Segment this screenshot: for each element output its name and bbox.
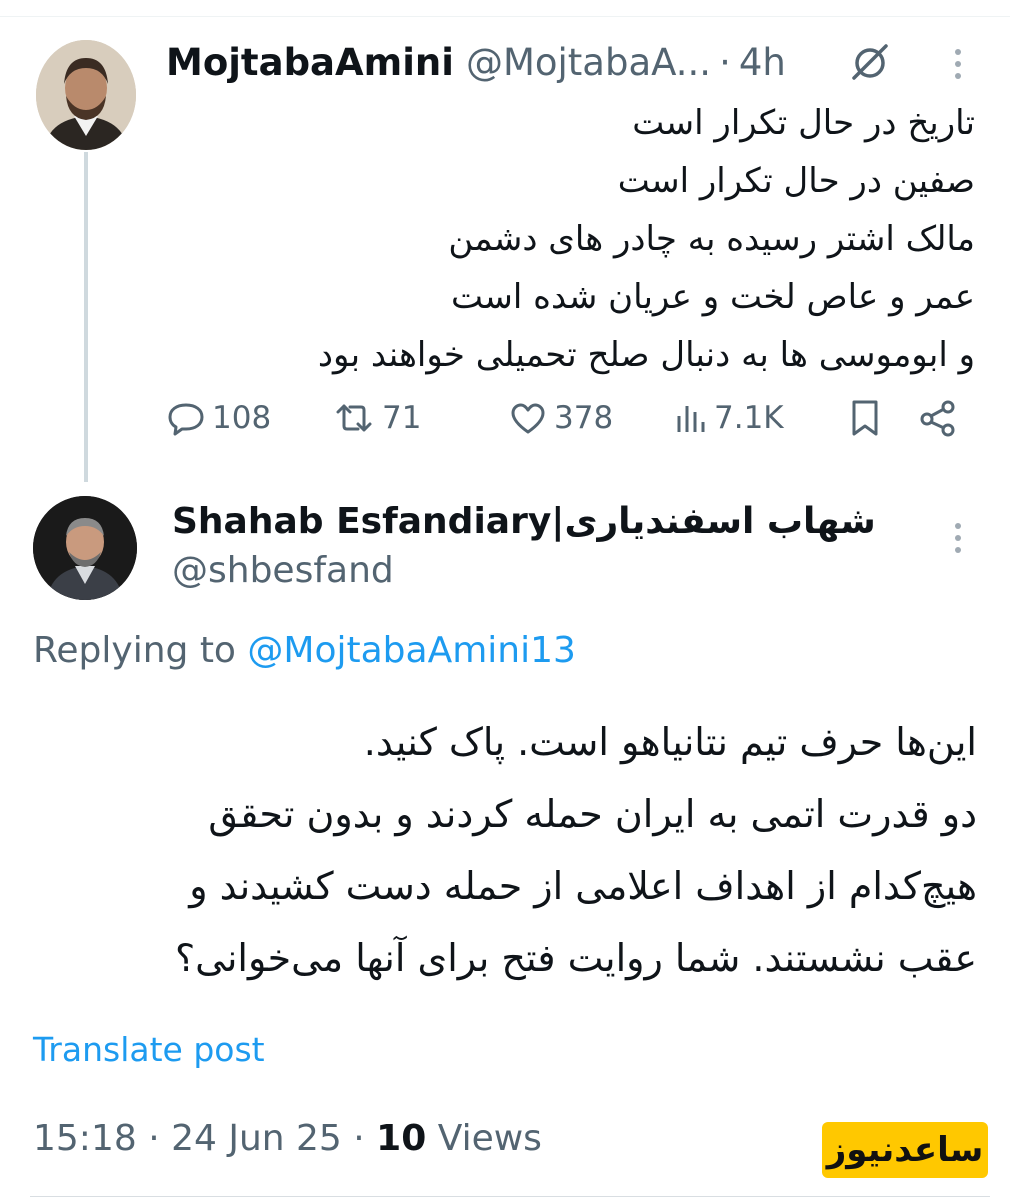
tweet-line: هیچ‌کدام از اهداف اعلامی از حمله دست کشی… <box>189 864 977 908</box>
repost-count: 71 <box>382 400 422 436</box>
avatar-shahab[interactable] <box>33 496 137 600</box>
tweet-line: صفین در حال تکرار است <box>617 161 975 201</box>
reply-author-handle[interactable]: @shbesfand <box>172 550 394 591</box>
tweet-line: این‌ها حرف تیم نتانیاهو است. پاک کنید. <box>363 720 977 764</box>
thread-line <box>84 152 88 482</box>
reply-button[interactable]: 108 <box>166 395 271 441</box>
parent-tweet-text: تاریخ در حال تکرار است صفین در حال تکرار… <box>195 94 975 384</box>
tweet-views-count: 10 <box>376 1118 427 1159</box>
action-bar: 108 71 378 7.1K <box>166 395 966 441</box>
reply-author-name[interactable]: Shahab Esfandiary|شهاب اسفندیاری <box>172 498 876 544</box>
tweet-time[interactable]: 4h <box>739 41 786 84</box>
views-button[interactable]: 7.1K <box>674 395 784 441</box>
reply-icon <box>168 403 204 436</box>
author-name[interactable]: MojtabaAmini <box>166 41 454 84</box>
tweet-line: تاریخ در حال تکرار است <box>632 103 975 143</box>
more-options-icon[interactable] <box>944 520 972 558</box>
avatar-mojtaba[interactable] <box>36 40 136 150</box>
reply-count: 108 <box>212 400 272 436</box>
replying-prefix: Replying to <box>33 630 236 671</box>
views-icon <box>677 406 705 432</box>
tweet-line: عقب نشستند. شما روایت فتح برای آنها می‌خ… <box>175 936 977 980</box>
tweet-meta: 15:18 · 24 Jun 25 · 10 Views <box>33 1118 542 1159</box>
views-count: 7.1K <box>714 400 784 436</box>
site-watermark-logo: ساعدنیوز <box>822 1122 988 1178</box>
translate-post-link[interactable]: Translate post <box>33 1030 265 1069</box>
tweet-timestamp[interactable]: 15:18 · 24 Jun 25 · <box>33 1118 365 1159</box>
replying-to: Replying to @MojtabaAmini13 <box>33 630 576 671</box>
repost-button[interactable]: 71 <box>332 395 421 441</box>
grok-icon[interactable] <box>848 42 892 82</box>
tweet-views-label: Views <box>437 1118 542 1159</box>
tweet-line: دو قدرت اتمی به ایران حمله کردند و بدون … <box>208 792 977 836</box>
like-count: 378 <box>554 400 614 436</box>
tweet-line: عمر و عاص لخت و عریان شده است <box>451 277 975 317</box>
more-options-icon[interactable] <box>944 46 972 84</box>
heart-icon <box>511 403 545 434</box>
like-button[interactable]: 378 <box>508 395 613 441</box>
bookmark-icon <box>852 400 878 436</box>
reply-tweet-text: این‌ها حرف تیم نتانیاهو است. پاک کنید. د… <box>27 706 977 994</box>
separator: · <box>719 40 731 84</box>
parent-tweet-header: MojtabaAmini @MojtabaA... · 4h <box>166 40 786 84</box>
bookmark-button[interactable] <box>848 395 882 441</box>
top-divider <box>0 16 1010 17</box>
tweet-line: و ابوموسی ها به دنبال صلح تحمیلی خواهند … <box>317 335 975 375</box>
share-button[interactable] <box>918 395 958 441</box>
bottom-divider <box>30 1196 990 1197</box>
replying-mention-link[interactable]: @MojtabaAmini13 <box>247 630 576 671</box>
author-handle[interactable]: @MojtabaA... <box>466 41 711 84</box>
repost-icon <box>336 404 372 432</box>
tweet-line: مالک اشتر رسیده به چادر های دشمن <box>448 219 975 259</box>
share-icon <box>920 400 955 437</box>
